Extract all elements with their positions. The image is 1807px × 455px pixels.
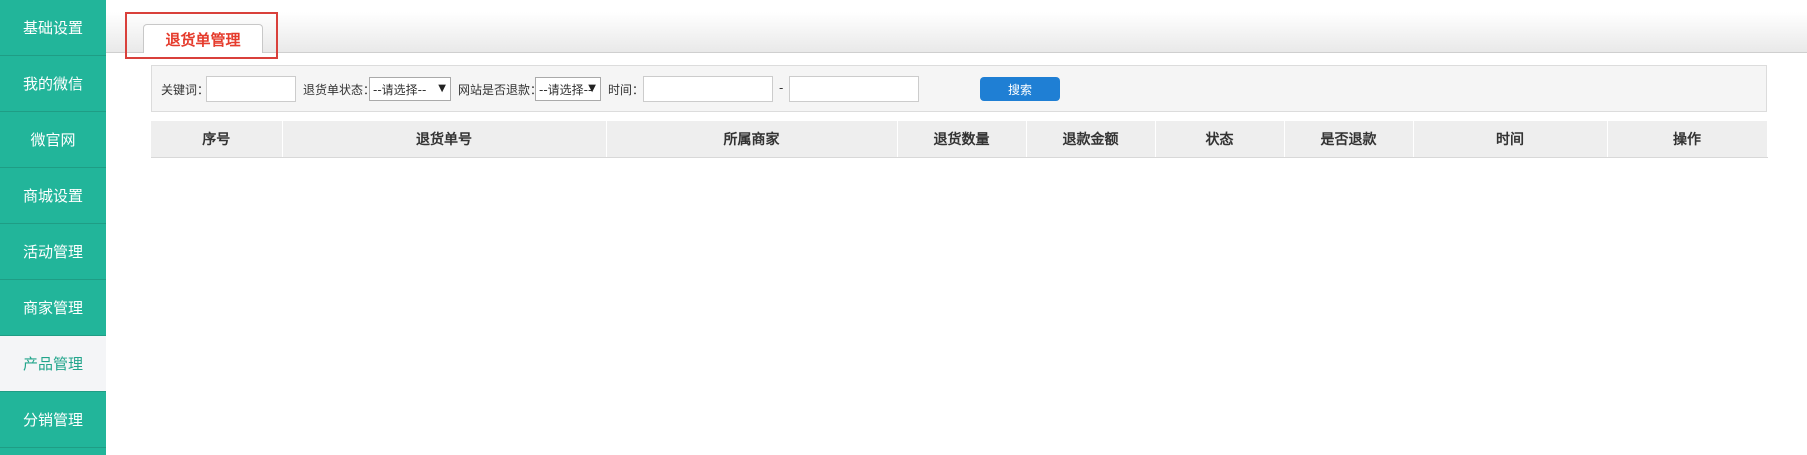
return-status-label: 退货单状态： [303,83,376,97]
refund-selected: --请选择-- [539,82,593,97]
sidebar-item-micro-site[interactable]: 微官网 [0,112,106,168]
dropdown-arrow-icon: ▼ [588,83,596,94]
search-button[interactable]: 搜索 [980,77,1060,101]
column-header-status: 状态 [1155,121,1285,158]
end-time-input[interactable] [789,76,919,102]
time-label: 时间： [608,83,645,97]
column-header-return-quantity: 退货数量 [897,121,1027,158]
column-header-return-number: 退货单号 [282,121,607,158]
sidebar-item-merchant-management[interactable]: 商家管理 [0,280,106,336]
time-separator: - [779,81,784,95]
sidebar-item-product-management[interactable]: 产品管理 [0,336,106,392]
return-status-select[interactable]: --请选择-- ▼ [369,77,451,101]
return-orders-table: 序号 退货单号 所属商家 退货数量 退款金额 状态 是否退款 时间 操作 [151,121,1768,158]
filter-bar: 关键词： 退货单状态： --请选择-- ▼ 网站是否退款： --请选择-- ▼ … [151,65,1767,112]
keyword-label: 关键词： [161,83,210,97]
keyword-input[interactable] [206,76,296,102]
table-header-row: 序号 退货单号 所属商家 退货数量 退款金额 状态 是否退款 时间 操作 [151,121,1768,158]
column-header-actions: 操作 [1607,121,1768,158]
column-header-refund-amount: 退款金额 [1026,121,1156,158]
dropdown-arrow-icon: ▼ [438,83,446,94]
return-status-selected: --请选择-- [373,82,427,97]
sidebar-item-activity-management[interactable]: 活动管理 [0,224,106,280]
start-time-input[interactable] [643,76,773,102]
refund-select[interactable]: --请选择-- ▼ [535,77,601,101]
tab-bar [106,12,1807,53]
tab-highlight-box [125,12,278,59]
sidebar-item-distribution-management[interactable]: 分销管理 [0,392,106,448]
sidebar-item-basic-settings[interactable]: 基础设置 [0,0,106,56]
column-header-index: 序号 [151,121,283,158]
column-header-refunded: 是否退款 [1284,121,1414,158]
column-header-merchant: 所属商家 [606,121,898,158]
refund-label: 网站是否退款： [458,83,543,97]
sidebar: 基础设置 我的微信 微官网 商城设置 活动管理 商家管理 产品管理 分销管理 [0,0,106,455]
column-header-time: 时间 [1413,121,1608,158]
sidebar-item-my-wechat[interactable]: 我的微信 [0,56,106,112]
sidebar-item-mall-settings[interactable]: 商城设置 [0,168,106,224]
